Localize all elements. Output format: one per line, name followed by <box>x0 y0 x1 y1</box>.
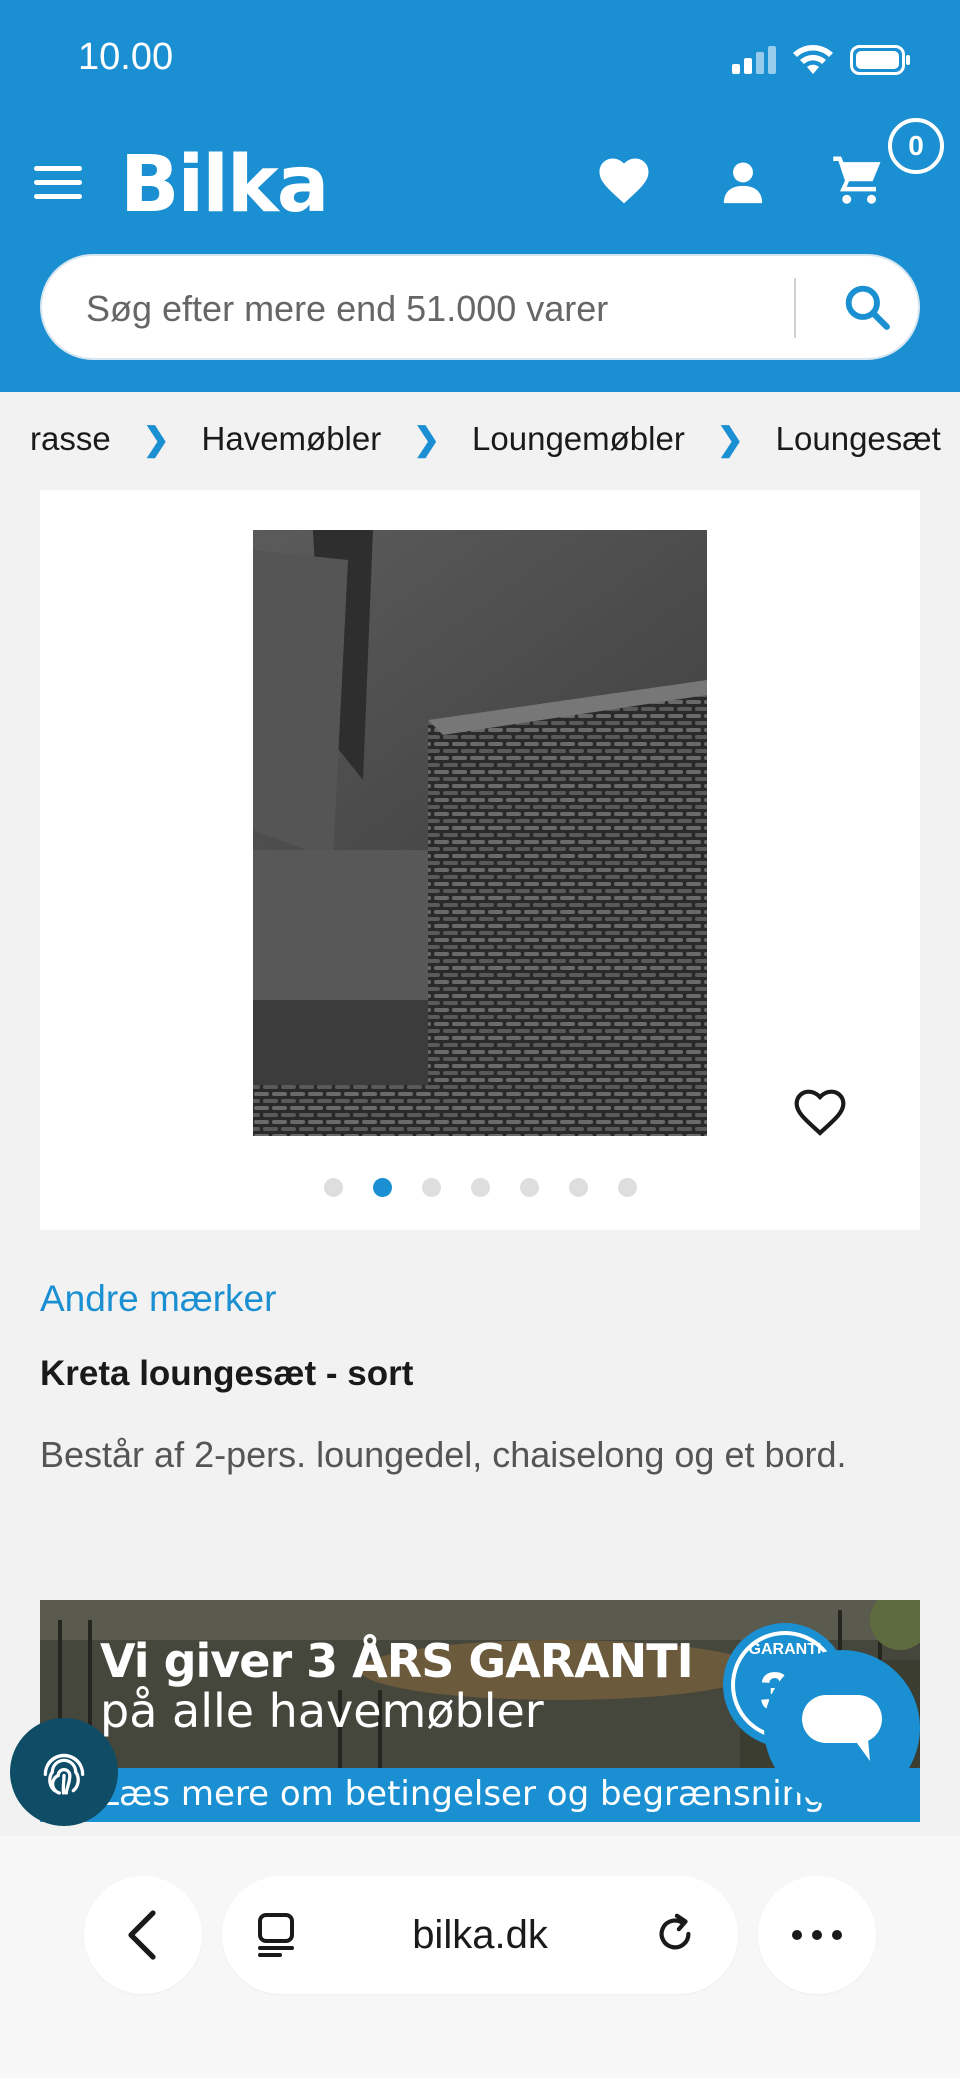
gallery-dot[interactable] <box>617 1178 637 1197</box>
signal-icon <box>732 46 776 74</box>
gallery-dot[interactable] <box>421 1178 441 1197</box>
chat-bubble-icon <box>802 1695 882 1761</box>
chat-support-button[interactable] <box>764 1650 920 1806</box>
search-icon[interactable] <box>842 282 892 332</box>
banner-link[interactable]: Læs mere om betingelser og begrænsninger <box>100 1774 860 1814</box>
gallery-dot-active[interactable] <box>372 1178 392 1197</box>
browser-toolbar: bilka.dk <box>0 1836 960 2078</box>
chevron-right-icon: ❯ <box>716 421 744 457</box>
reload-icon[interactable] <box>652 1910 698 1958</box>
chevron-right-icon: ❯ <box>413 421 441 457</box>
account-user-icon[interactable] <box>720 158 766 206</box>
product-title: Kreta loungesæt - sort <box>40 1354 414 1393</box>
add-to-wishlist-heart-icon[interactable] <box>792 1086 848 1138</box>
hamburger-menu-button[interactable] <box>34 166 82 202</box>
product-image[interactable] <box>253 530 707 1136</box>
product-description: Består af 2-pers. loungedel, chaiselong … <box>40 1434 847 1475</box>
favorites-heart-icon[interactable] <box>596 154 652 206</box>
gallery-dot[interactable] <box>323 1178 343 1197</box>
chevron-right-icon: ❯ <box>142 421 170 457</box>
gallery-pagination <box>40 1178 920 1197</box>
product-brand-link[interactable]: Andre mærker <box>40 1278 276 1320</box>
main-nav: Bilka <box>0 130 960 240</box>
breadcrumb-item[interactable]: Loungemøbler <box>472 420 685 458</box>
fingerprint-icon <box>43 1753 85 1795</box>
bilka-logo[interactable]: Bilka <box>120 140 329 230</box>
gallery-dot[interactable] <box>519 1178 539 1197</box>
search-divider <box>794 278 796 338</box>
chevron-left-icon <box>128 1910 156 1960</box>
browser-address-bar[interactable]: bilka.dk <box>222 1876 738 1994</box>
battery-icon <box>850 45 910 75</box>
browser-back-button[interactable] <box>84 1876 202 1994</box>
breadcrumb-item[interactable]: rasse <box>30 420 111 458</box>
search-input[interactable] <box>86 284 806 334</box>
status-time: 10.00 <box>78 36 174 78</box>
banner-title: Vi giver 3 ÅRS GARANTI <box>100 1634 694 1688</box>
status-bar: 10.00 <box>0 0 960 120</box>
search-bar <box>40 254 920 360</box>
cookie-consent-fingerprint-button[interactable] <box>10 1718 118 1826</box>
gallery-dot[interactable] <box>470 1178 490 1197</box>
banner-subtitle: på alle havemøbler <box>100 1684 544 1738</box>
shopping-cart-icon[interactable] <box>830 152 886 206</box>
status-icons <box>732 44 912 76</box>
breadcrumb-item[interactable]: Havemøbler <box>202 420 382 458</box>
cart-count-badge[interactable]: 0 <box>888 118 944 174</box>
site-header: 10.00 Bilka 0 Søg efter mere end 51.000 … <box>0 0 960 392</box>
browser-more-button[interactable] <box>758 1876 876 1994</box>
more-dots-icon <box>792 1930 842 1940</box>
breadcrumb: rasse ❯ Havemøbler ❯ Loungemøbler ❯ Loun… <box>0 392 960 488</box>
gallery-dot[interactable] <box>568 1178 588 1197</box>
product-gallery <box>40 490 920 1230</box>
wifi-icon <box>793 45 833 74</box>
breadcrumb-item[interactable]: Loungesæt <box>776 420 941 458</box>
